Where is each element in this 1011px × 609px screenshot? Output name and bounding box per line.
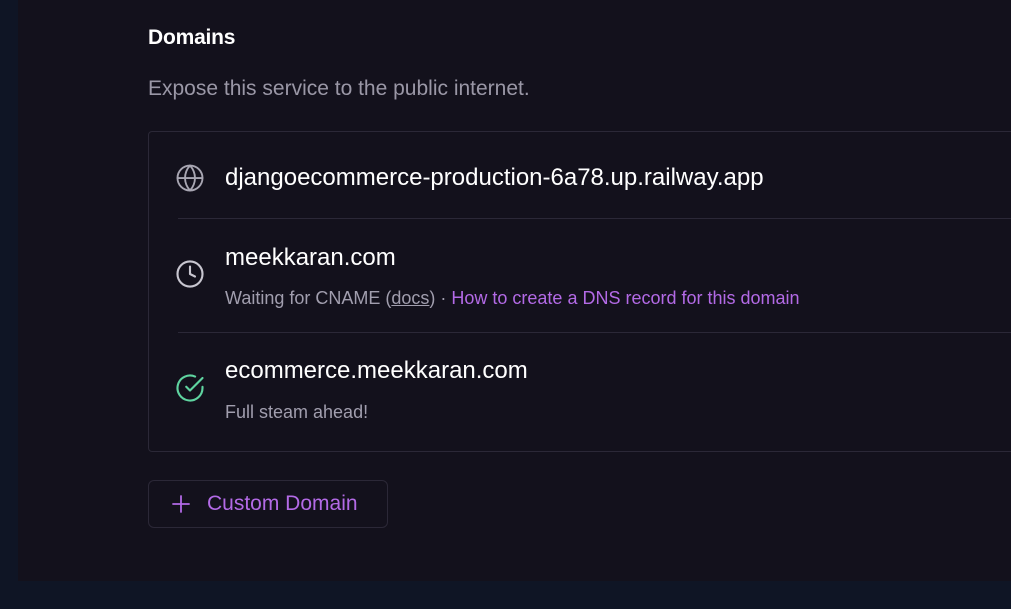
section-description: Expose this service to the public intern… [148,77,530,100]
domain-list: djangoecommerce-production-6a78.up.railw… [148,131,1011,452]
domain-hostname[interactable]: ecommerce.meekkaran.com [225,357,528,385]
domain-row-railway[interactable]: djangoecommerce-production-6a78.up.railw… [149,132,1011,218]
dns-help-link[interactable]: How to create a DNS record for this doma… [451,288,799,308]
plus-icon [171,494,191,514]
status-separator: ) · [429,288,452,308]
domain-status: Full steam ahead! [225,402,369,422]
add-custom-domain-label: Custom Domain [207,492,358,515]
domain-hostname[interactable]: djangoecommerce-production-6a78.up.railw… [225,164,764,192]
globe-icon [175,163,205,193]
status-text: Waiting for CNAME ( [225,288,392,308]
domain-row-meekkaran[interactable]: meekkaran.com Waiting for CNAME (docs) ·… [149,219,1011,332]
check-circle-icon [175,373,205,403]
section-title: Domains [148,26,236,49]
domain-row-ecommerce[interactable]: ecommerce.meekkaran.com Full steam ahead… [149,333,1011,451]
docs-link[interactable]: docs [391,288,429,308]
domain-hostname[interactable]: meekkaran.com [225,244,396,272]
clock-icon [175,259,205,289]
add-custom-domain-button[interactable]: Custom Domain [148,480,388,528]
domain-status: Waiting for CNAME (docs) · How to create… [225,288,800,309]
